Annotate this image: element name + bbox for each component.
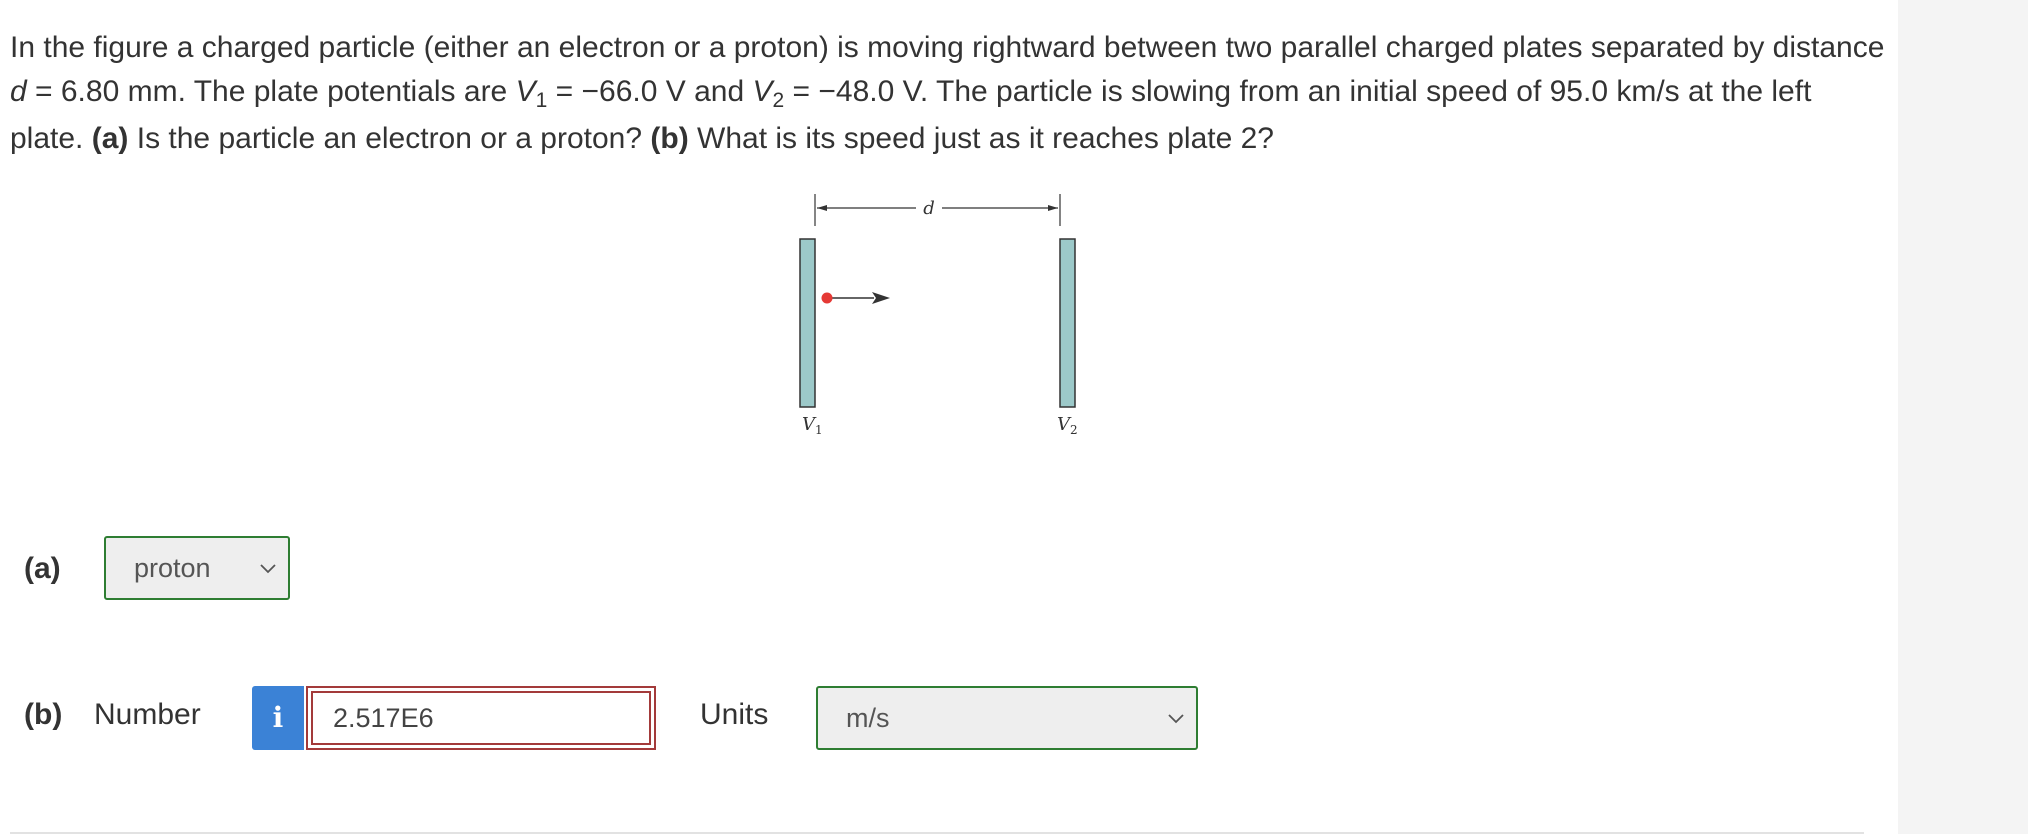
particle-type-select[interactable]: proton [104, 536, 290, 600]
particle-type-value: proton [134, 553, 211, 583]
right-gutter [1898, 0, 2028, 834]
d-label: d [923, 198, 935, 219]
v1-label: V1 [802, 414, 823, 437]
question-text: In the figure a charged particle (either… [10, 31, 1885, 155]
number-input[interactable]: 2.517E6 [306, 686, 656, 750]
part-a-label: (a) [24, 552, 61, 585]
units-value: m/s [846, 703, 890, 733]
units-label: Units [700, 698, 769, 731]
chevron-down-icon [260, 564, 276, 574]
part-b-label: (b) [24, 698, 63, 731]
number-label: Number [94, 698, 201, 731]
units-select[interactable]: m/s [816, 686, 1198, 750]
plate-2 [1059, 238, 1076, 408]
particle [821, 292, 833, 304]
info-button[interactable]: i [252, 686, 304, 750]
chevron-down-icon [1168, 714, 1184, 724]
plate-1 [799, 238, 816, 408]
v2-label: V2 [1057, 414, 1078, 437]
plates-figure: d V1 V2 [799, 194, 1078, 437]
number-input-value: 2.517E6 [311, 691, 651, 745]
